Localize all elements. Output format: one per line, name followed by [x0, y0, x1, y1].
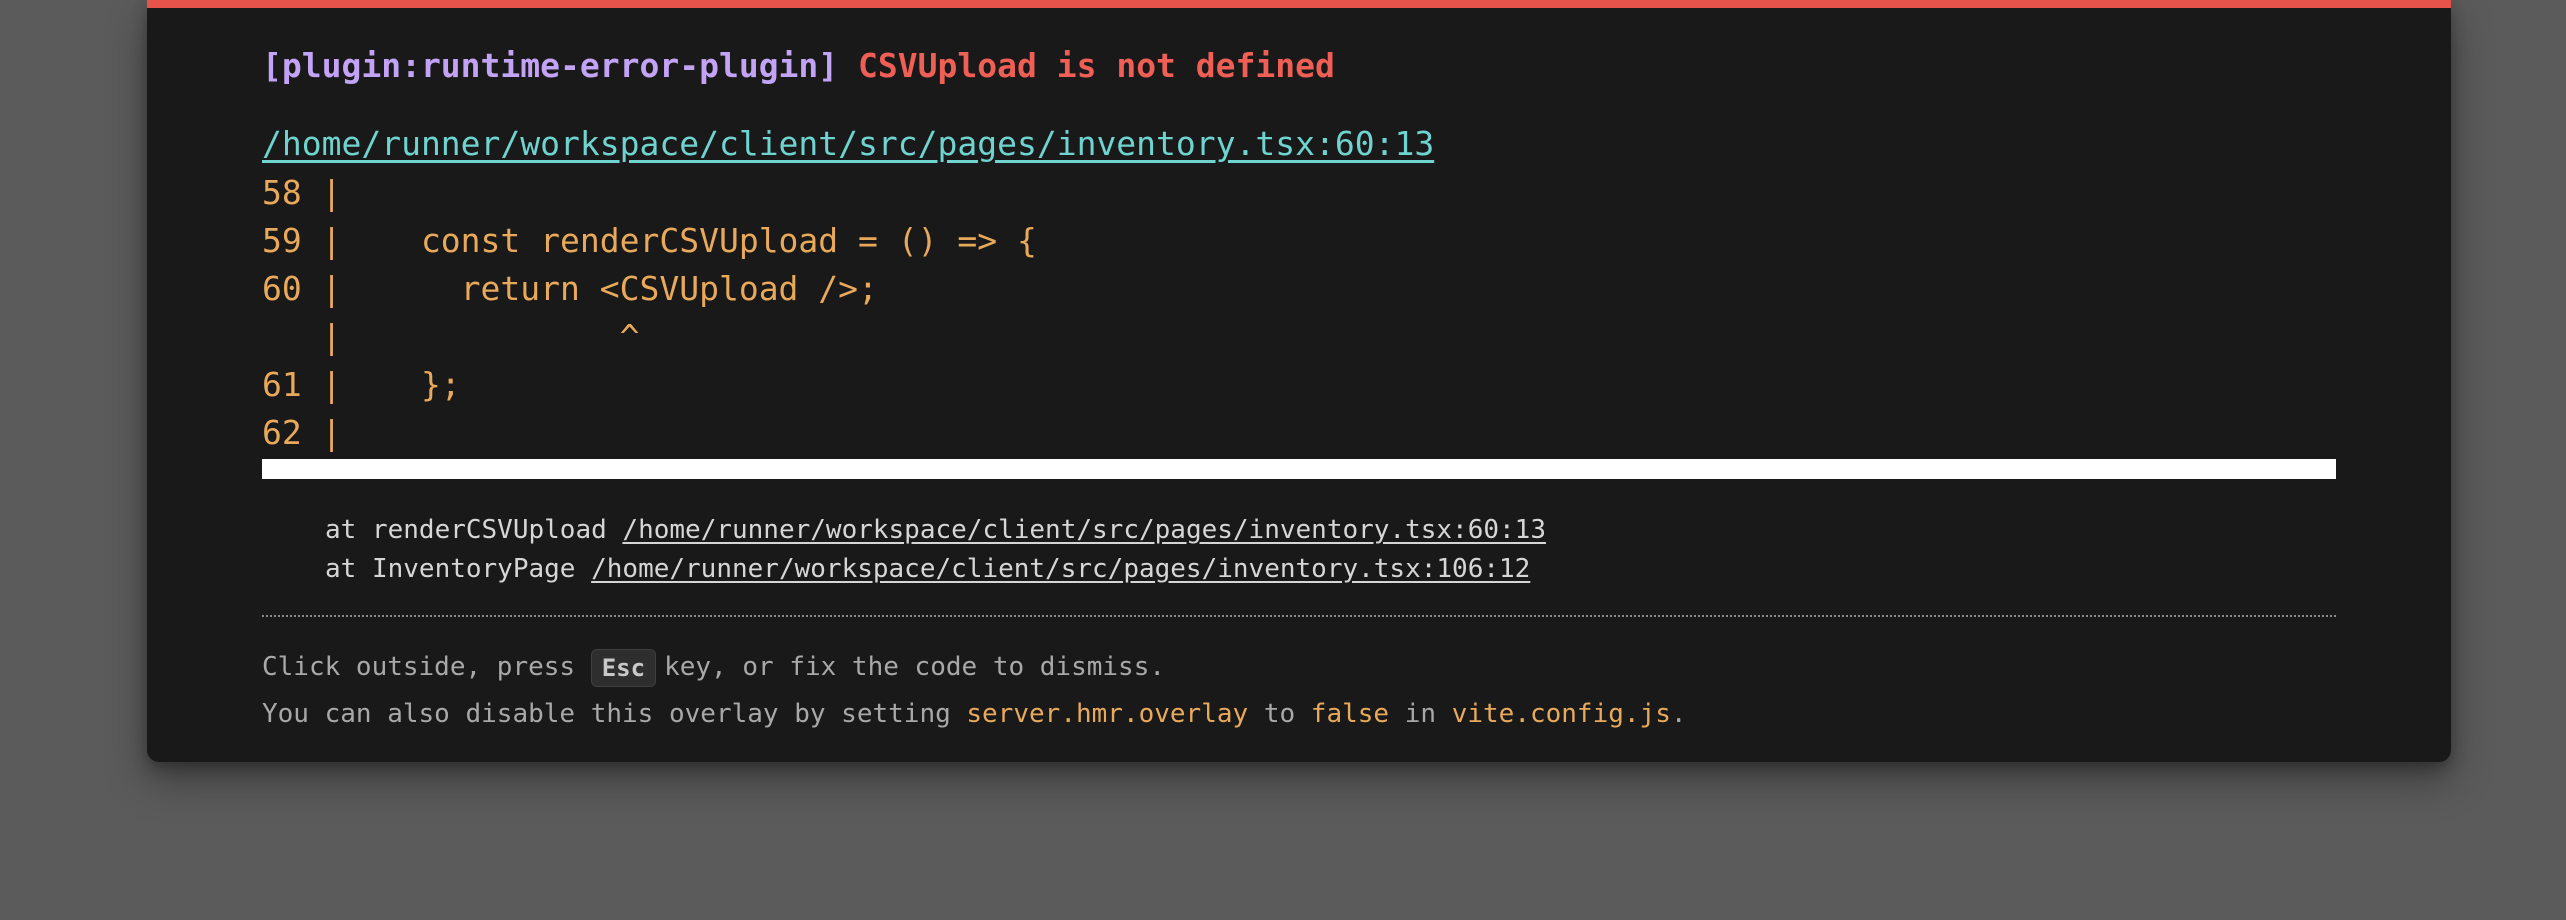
- error-text: CSVUpload is not defined: [858, 46, 1335, 85]
- code-frame-line: 62 |: [262, 413, 342, 452]
- config-file-code: vite.config.js: [1451, 699, 1671, 729]
- dismiss-tip: Click outside, press Esc key, or fix the …: [262, 647, 1165, 687]
- esc-key-badge: Esc: [590, 648, 657, 687]
- code-frame-line: 58 |: [262, 173, 342, 212]
- stack-trace: at renderCSVUpload /home/runner/workspac…: [262, 511, 1546, 589]
- code-frame-line: 59 | const renderCSVUpload = () => {: [262, 221, 1037, 260]
- disable-tip-text: .: [1670, 699, 1687, 729]
- stack-frame-function: at renderCSVUpload: [325, 515, 607, 545]
- code-frame: 58 | 59 | const renderCSVUpload = () => {…: [262, 169, 1037, 457]
- dismiss-tip-text: key, or fix the code to dismiss.: [664, 652, 1165, 682]
- disable-overlay-tip: You can also disable this overlay by set…: [262, 694, 1687, 734]
- code-frame-line: 60 | return <CSVUpload />;: [262, 269, 878, 308]
- stack-frame-function: at InventoryPage: [325, 554, 576, 584]
- error-file-link[interactable]: /home/runner/workspace/client/src/pages/…: [262, 122, 1434, 166]
- error-message: [plugin:runtime-error-plugin] CSVUpload …: [262, 44, 1335, 88]
- disable-tip-text: in: [1389, 699, 1452, 729]
- stack-frame-link[interactable]: /home/runner/workspace/client/src/pages/…: [591, 554, 1530, 584]
- code-frame-line: 61 | };: [262, 365, 461, 404]
- disable-tip-text: to: [1248, 699, 1311, 729]
- tip-divider: [262, 615, 2336, 617]
- code-frame-line: | ^: [262, 317, 640, 356]
- error-overlay: [plugin:runtime-error-plugin] CSVUpload …: [147, 0, 2451, 762]
- disable-tip-text: You can also disable this overlay by set…: [262, 699, 967, 729]
- config-value-code: false: [1310, 699, 1390, 729]
- stack-frame: at renderCSVUpload /home/runner/workspac…: [262, 511, 1546, 550]
- dismiss-tip-text: Click outside, press: [262, 652, 591, 682]
- stack-frame: at InventoryPage /home/runner/workspace/…: [262, 550, 1546, 589]
- plugin-name: [plugin:runtime-error-plugin]: [262, 46, 839, 85]
- stack-frame-link[interactable]: /home/runner/workspace/client/src/pages/…: [622, 515, 1546, 545]
- code-frame-stack-separator: [262, 459, 2336, 479]
- config-option-code: server.hmr.overlay: [966, 699, 1249, 729]
